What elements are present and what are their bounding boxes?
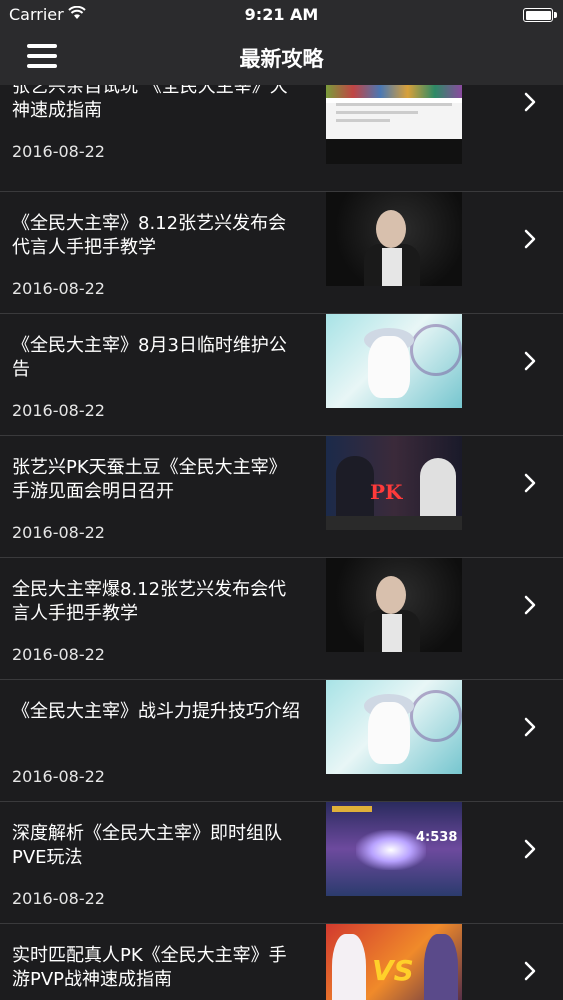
article-title: 张艺兴PK天蚕土豆《全民大主宰》手游见面会明日召开 xyxy=(12,457,287,502)
article-list[interactable]: 张艺兴亲自试玩 《全民大主宰》大神速成指南 2016-08-22 《全民大主宰》… xyxy=(0,85,563,1000)
article-title: 张艺兴亲自试玩 《全民大主宰》大神速成指南 xyxy=(12,85,288,121)
chevron-right-icon xyxy=(524,473,536,493)
chevron-right-icon xyxy=(524,229,536,249)
article-thumbnail xyxy=(326,680,462,774)
chevron-right-icon xyxy=(524,961,536,981)
article-title: 实时匹配真人PK《全民大主宰》手游PVP战神速成指南 xyxy=(12,945,287,990)
article-date: 2016-08-22 xyxy=(12,523,105,542)
article-thumbnail: PK xyxy=(326,436,462,530)
list-item[interactable]: 张艺兴PK天蚕土豆《全民大主宰》手游见面会明日召开 2016-08-22 PK xyxy=(0,436,563,558)
list-item[interactable]: 《全民大主宰》8.12张艺兴发布会 代言人手把手教学 2016-08-22 xyxy=(0,192,563,314)
chevron-right-icon xyxy=(524,717,536,737)
chevron-right-icon xyxy=(524,595,536,615)
thumbnail-score-text: 4:538 xyxy=(416,830,458,845)
article-date: 2016-08-22 xyxy=(12,401,105,420)
article-date: 2016-08-22 xyxy=(12,767,105,786)
article-title: 《全民大主宰》8月3日临时维护公告 xyxy=(12,335,287,380)
thumbnail-pk-text: PK xyxy=(370,480,403,504)
article-thumbnail xyxy=(326,85,462,164)
article-thumbnail xyxy=(326,314,462,408)
navigation-bar: 最新攻略 xyxy=(0,30,563,85)
clock: 9:21 AM xyxy=(244,5,319,24)
article-title: 《全民大主宰》战斗力提升技巧介绍 xyxy=(12,701,300,722)
article-date: 2016-08-22 xyxy=(12,279,105,298)
status-bar: Carrier 9:21 AM xyxy=(0,0,563,30)
article-thumbnail: VS xyxy=(326,924,462,1000)
article-date: 2016-08-22 xyxy=(12,142,105,161)
article-title: 全民大主宰爆8.12张艺兴发布会代言人手把手教学 xyxy=(12,579,287,624)
thumbnail-vs-text: VS xyxy=(372,954,414,987)
chevron-right-icon xyxy=(524,351,536,371)
chevron-right-icon xyxy=(524,839,536,859)
article-title: 《全民大主宰》8.12张艺兴发布会 代言人手把手教学 xyxy=(12,213,287,258)
article-date: 2016-08-22 xyxy=(12,645,105,664)
list-item[interactable]: 《全民大主宰》8月3日临时维护公告 2016-08-22 xyxy=(0,314,563,436)
article-date: 2016-08-22 xyxy=(12,889,105,908)
list-item[interactable]: 全民大主宰爆8.12张艺兴发布会代言人手把手教学 2016-08-22 xyxy=(0,558,563,680)
article-thumbnail: 4:538 xyxy=(326,802,462,896)
article-title: 深度解析《全民大主宰》即时组队PVE玩法 xyxy=(12,823,282,868)
article-thumbnail xyxy=(326,558,462,652)
battery-icon xyxy=(523,8,557,22)
page-title: 最新攻略 xyxy=(239,47,324,71)
list-item[interactable]: 实时匹配真人PK《全民大主宰》手游PVP战神速成指南 VS xyxy=(0,924,563,1000)
list-item[interactable]: 张艺兴亲自试玩 《全民大主宰》大神速成指南 2016-08-22 xyxy=(0,85,563,192)
list-item[interactable]: 《全民大主宰》战斗力提升技巧介绍 2016-08-22 xyxy=(0,680,563,802)
article-thumbnail xyxy=(326,192,462,286)
chevron-right-icon xyxy=(524,92,536,112)
list-item[interactable]: 深度解析《全民大主宰》即时组队PVE玩法 2016-08-22 4:538 xyxy=(0,802,563,924)
